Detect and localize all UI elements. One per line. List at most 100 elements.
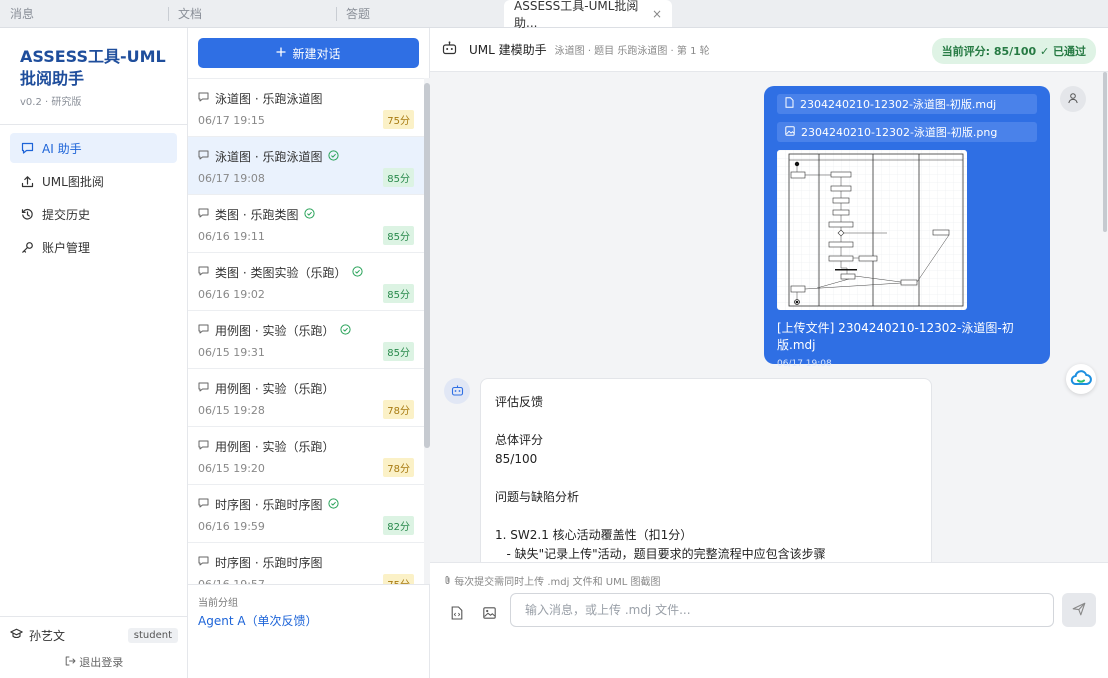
app-version: v0.2 · 研究版 [20,97,82,108]
conversation-title: 用例图 · 实验（乐跑） [215,382,335,396]
app-title: ASSESS工具-UML批阅助手 [20,47,166,88]
chat-icon [198,556,209,570]
conversation-title: 类图 · 乐跑类图 [215,208,299,222]
tab-docs[interactable]: 文档 [168,0,336,27]
tab-messages[interactable]: 消息 [0,0,168,27]
scrollbar-thumb[interactable] [1103,72,1107,232]
assistant-message-line: 问题与缺陷分析 [495,490,580,504]
group-info: 当前分组 Agent A（单次反馈） [188,584,430,678]
conversation-title-row: 时序图 · 乐跑时序图 [198,554,414,571]
upload-icon [20,175,34,188]
tab-assess-tool[interactable]: ASSESS工具-UML批阅助... × [504,0,672,30]
check-circle-icon [340,323,352,338]
conversation-title-row: 泳道图 · 乐跑泳道图 [198,90,414,107]
composer-hint: 每次提交需同时上传 .mdj 文件和 UML 图截图 [444,573,660,588]
image-icon [785,125,795,139]
assistant-message-bubble: 评估反馈 总体评分 85/100 问题与缺陷分析 1. SW2.1 核心活动覆盖性（扣1… [480,378,932,562]
conversation-time: 06/16 19:59 [198,520,265,533]
chat-subtitle: 泳道图 · 题目 乐跑泳道图 · 第 1 轮 [554,46,710,57]
sidebar-item-uml-review[interactable]: UML图批阅 [10,166,177,196]
user-name: 孙艺文 [29,629,66,643]
conversation-item[interactable]: 用例图 · 实验（乐跑） 06/15 19:31 85分 [188,311,424,369]
conversation-title-row: 类图 · 乐跑类图 [198,206,414,223]
message-composer: 每次提交需同时上传 .mdj 文件和 UML 图截图 [430,562,1108,678]
new-conversation-button[interactable]: 新建对话 [198,38,419,68]
conversation-item[interactable]: 类图 · 类图实验（乐跑） 06/16 19:02 85分 [188,253,424,311]
score-badge: 当前评分: 85/100 ✓ 已通过 [931,38,1096,64]
upload-image-button[interactable] [480,605,498,623]
chat-icon [198,324,209,338]
conversation-title: 时序图 · 乐跑时序图 [215,556,323,570]
group-value: Agent A（单次反馈） [198,614,318,628]
user-row: 孙艺文 student [10,627,178,644]
conversation-item[interactable]: 类图 · 乐跑类图 06/16 19:11 85分 [188,195,424,253]
conversation-title-row: 用例图 · 实验（乐跑） [198,438,414,455]
score-badge: 82分 [383,516,414,535]
logout-button[interactable]: 退出登录 [10,654,178,670]
conversation-title-row: 时序图 · 乐跑时序图 [198,496,414,513]
check-circle-icon [304,207,316,222]
chat-icon [198,382,209,396]
sidebar-nav: AI 助手 UML图批阅 提交历史 账户管理 [0,125,187,273]
check-circle-icon [328,497,340,512]
conversation-time: 06/15 19:28 [198,404,265,417]
conversation-item[interactable]: 用例图 · 实验（乐跑） 06/15 19:20 78分 [188,427,424,485]
conversation-time: 06/15 19:20 [198,462,265,475]
attachment-png[interactable]: 2304240210-12302-泳道图-初版.png [777,122,1037,142]
conversation-time: 06/17 19:15 [198,114,265,127]
conversation-title: 用例图 · 实验（乐跑） [215,324,335,338]
message-timestamp: 06/17 19:08 [777,359,832,369]
upload-mdj-button[interactable] [448,605,466,623]
assistant-message-line: 85/100 [495,452,538,466]
conversation-time: 06/17 19:08 [198,172,265,185]
role-badge: student [127,628,178,643]
tab-label: ASSESS工具-UML批阅助... [514,0,639,30]
conversation-item[interactable]: 时序图 · 乐跑时序图 06/16 19:59 82分 [188,485,424,543]
chat-header: UML 建模助手 泳道图 · 题目 乐跑泳道图 · 第 1 轮 当前评分: 85… [430,28,1108,72]
logout-icon [65,656,80,669]
conversation-title: 泳道图 · 乐跑泳道图 [215,150,323,164]
file-icon [785,97,794,111]
score-badge: 85分 [383,226,414,245]
attachment-mdj[interactable]: 2304240210-12302-泳道图-初版.mdj [777,94,1037,114]
tab-quiz[interactable]: 答题 [336,0,504,27]
check-circle-icon [352,265,364,280]
conversation-title-row: 用例图 · 实验（乐跑） [198,380,414,397]
sidebar-item-account[interactable]: 账户管理 [10,232,177,262]
cloud-icon [1070,369,1092,390]
user-message-bubble: 2304240210-12302-泳道图-初版.mdj 2304240210-1… [764,86,1050,369]
send-button[interactable] [1062,593,1096,627]
score-badge: 85分 [383,342,414,361]
message-input[interactable] [510,593,1054,627]
chat-icon [20,142,34,155]
brand: ASSESS工具-UML批阅助手 v0.2 · 研究版 [0,28,187,108]
bot-avatar [444,378,470,404]
sidebar-item-ai-assistant[interactable]: AI 助手 [10,133,177,163]
sidebar-item-label: AI 助手 [42,141,82,156]
attachment-name: 2304240210-12302-泳道图-初版.mdj [800,98,997,111]
tab-label: 答题 [346,7,371,21]
check-circle-icon [328,149,340,164]
conversation-panel: 新建对话 泳道图 · 乐跑泳道图 06/17 19:15 75分 泳道图 · 乐跑泳道… [188,28,430,678]
file-code-icon [451,605,463,623]
tab-label: 文档 [178,7,203,21]
conversation-item[interactable]: 用例图 · 实验（乐跑） 06/15 19:28 78分 [188,369,424,427]
conversation-item[interactable]: 泳道图 · 乐跑泳道图 06/17 19:15 75分 [188,79,424,137]
chat-scrollbar[interactable] [1102,72,1108,562]
assistant-message-line: 评估反馈 [495,395,544,409]
cloud-assistant-button[interactable] [1066,364,1096,394]
conversation-list: 泳道图 · 乐跑泳道图 06/17 19:15 75分 泳道图 · 乐跑泳道图 06/1… [188,78,424,584]
swimlane-diagram-preview [777,150,967,310]
close-icon[interactable]: × [652,7,662,21]
conversation-item[interactable]: 时序图 · 乐跑时序图06/16 19:5775分 [188,543,424,584]
conversation-title: 类图 · 类图实验（乐跑） [215,266,347,280]
sidebar-item-history[interactable]: 提交历史 [10,199,177,229]
uml-diagram-thumbnail[interactable] [777,150,967,310]
chat-area: UML 建模助手 泳道图 · 题目 乐跑泳道图 · 第 1 轮 当前评分: 85… [430,28,1108,678]
robot-icon [451,384,464,399]
conversation-time: 06/16 19:11 [198,230,265,243]
conversation-item[interactable]: 泳道图 · 乐跑泳道图 06/17 19:08 85分 [188,137,424,195]
chat-icon [198,92,209,106]
